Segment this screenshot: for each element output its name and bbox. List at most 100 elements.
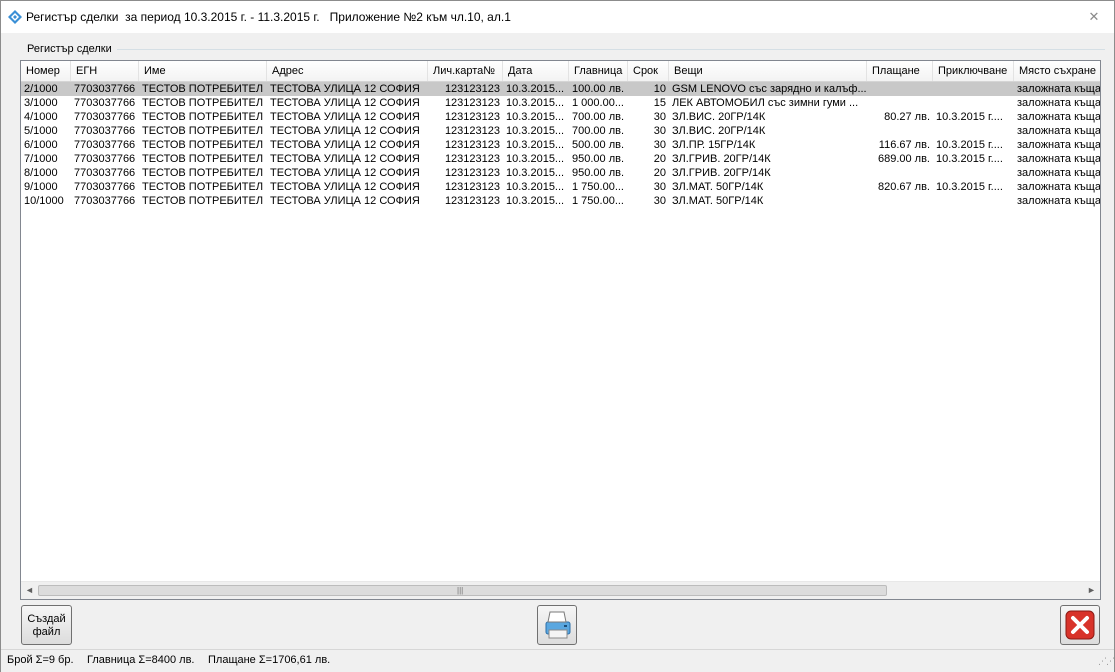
horizontal-scrollbar[interactable]: ◄ ||| ► xyxy=(21,581,1100,599)
cell-egn: 7703037766 xyxy=(74,167,136,179)
table-row[interactable]: 8/1000 7703037766 ТЕСТОВ ПОТРЕБИТЕЛ ТЕСТОВА… xyxy=(21,166,1100,180)
column-header-name[interactable]: Име xyxy=(139,61,267,81)
cell-name: ТЕСТОВ ПОТРЕБИТЕЛ xyxy=(139,82,267,96)
cell-name: ТЕСТОВ ПОТРЕБИТЕЛ xyxy=(142,139,264,151)
cell-id-card: 123123123 xyxy=(444,97,500,109)
column-header-address[interactable]: Адрес xyxy=(267,61,428,81)
cell-id-card: 123123123 xyxy=(444,111,500,123)
cell-number: 8/1000 xyxy=(24,167,58,179)
cell-storage: заложната къща... xyxy=(1017,195,1101,207)
column-header-payment[interactable]: Плащане xyxy=(867,61,933,81)
cell-completion: 10.3.2015 г.... xyxy=(936,153,1003,165)
create-file-label-line1: Създай xyxy=(27,613,66,625)
table-row[interactable]: 3/1000 7703037766 ТЕСТОВ ПОТРЕБИТЕЛ ТЕСТОВА… xyxy=(21,96,1100,110)
table-row[interactable]: 10/1000 7703037766 ТЕСТОВ ПОТРЕБИТЕЛ ТЕСТОВ… xyxy=(21,194,1100,208)
close-button[interactable] xyxy=(1060,605,1100,645)
cell-date: 10.3.2015... xyxy=(506,97,565,109)
cell-name: ТЕСТОВ ПОТРЕБИТЕЛ xyxy=(142,125,264,137)
table-row[interactable]: 9/1000 7703037766 ТЕСТОВ ПОТРЕБИТЕЛ ТЕСТОВА… xyxy=(21,180,1100,194)
column-header-completion[interactable]: Приключване xyxy=(933,61,1014,81)
cell-date: 10.3.2015... xyxy=(506,195,565,207)
cell-number: 2/1000 xyxy=(21,82,71,96)
cell-egn: 7703037766 xyxy=(74,111,136,123)
cell-date: 10.3.2015... xyxy=(506,181,565,193)
cell-name: ТЕСТОВ ПОТРЕБИТЕЛ xyxy=(142,195,264,207)
cell-items: ЗЛ.МАТ. 50ГР/14К xyxy=(672,195,764,207)
column-header-date[interactable]: Дата xyxy=(503,61,569,81)
group-divider xyxy=(117,49,1105,50)
cell-name: ТЕСТОВ ПОТРЕБИТЕЛ xyxy=(142,181,264,193)
cell-address: ТЕСТОВА УЛИЦА 12 СОФИЯ xyxy=(270,111,420,123)
scroll-left-arrow[interactable]: ◄ xyxy=(21,582,38,599)
cell-name: ТЕСТОВ ПОТРЕБИТЕЛ xyxy=(142,111,264,123)
cell-address: ТЕСТОВА УЛИЦА 12 СОФИЯ xyxy=(270,125,420,137)
cell-number: 7/1000 xyxy=(24,153,58,165)
cell-number: 3/1000 xyxy=(24,97,58,109)
resize-grip-icon[interactable]: ⋰⋰ xyxy=(1098,656,1115,667)
cell-completion xyxy=(933,96,1014,110)
cell-storage: заложната къща... xyxy=(1017,97,1101,109)
cell-number: 6/1000 xyxy=(24,139,58,151)
cell-items: ЗЛ.ГРИВ. 20ГР/14К xyxy=(672,153,771,165)
create-file-button[interactable]: Създай файл xyxy=(21,605,72,645)
cell-completion xyxy=(933,124,1014,138)
cell-payment: 820.67 лв. xyxy=(877,181,930,193)
print-button[interactable] xyxy=(537,605,577,645)
cell-term: 15 xyxy=(653,97,666,109)
cell-id-card: 123123123 xyxy=(444,153,500,165)
cell-completion xyxy=(933,82,1014,96)
cell-address: ТЕСТОВА УЛИЦА 12 СОФИЯ xyxy=(270,139,420,151)
cell-address: ТЕСТОВА УЛИЦА 12 СОФИЯ xyxy=(270,97,420,109)
cell-address: ТЕСТОВА УЛИЦА 12 СОФИЯ xyxy=(270,181,420,193)
cell-date: 10.3.2015... xyxy=(506,125,565,137)
cell-completion xyxy=(933,166,1014,180)
cell-id-card: 123123123 xyxy=(444,167,500,179)
register-window: Регистър сделки за период 10.3.2015 г. -… xyxy=(0,0,1115,672)
cell-principal: 100.00 лв. xyxy=(569,82,628,96)
cell-payment xyxy=(867,194,933,208)
table-row[interactable]: 7/1000 7703037766 ТЕСТОВ ПОТРЕБИТЕЛ ТЕСТОВА… xyxy=(21,152,1100,166)
cell-storage: заложната къща... xyxy=(1017,181,1101,193)
cell-payment: 116.67 лв. xyxy=(878,139,930,151)
cell-payment: 689.00 лв. xyxy=(877,153,930,165)
cell-items: ЛЕК АВТОМОБИЛ със зимни гуми ... xyxy=(672,97,859,109)
scroll-right-arrow[interactable]: ► xyxy=(1083,582,1100,599)
cell-items: ЗЛ.ПР. 15ГР/14К xyxy=(672,139,756,151)
cell-address: ТЕСТОВА УЛИЦА 12 СОФИЯ xyxy=(267,82,428,96)
deals-table[interactable]: Номер ЕГН Име Адрес Лич.карта№ Дата Главница Ср… xyxy=(20,60,1101,600)
cell-principal: 500.00 лв. xyxy=(572,139,625,151)
cell-storage: заложната къща... xyxy=(1017,153,1101,165)
cell-principal: 1 000.00... xyxy=(572,97,624,109)
cell-egn: 7703037766 xyxy=(74,153,136,165)
column-header-items[interactable]: Вещи xyxy=(669,61,867,81)
cell-principal: 700.00 лв. xyxy=(572,111,625,123)
window-close-button[interactable]: ✕ xyxy=(1084,7,1104,27)
table-row[interactable]: 4/1000 7703037766 ТЕСТОВ ПОТРЕБИТЕЛ ТЕСТОВА… xyxy=(21,110,1100,124)
cell-number: 10/1000 xyxy=(24,195,64,207)
cell-name: ТЕСТОВ ПОТРЕБИТЕЛ xyxy=(142,153,264,165)
column-header-number[interactable]: Номер xyxy=(21,61,71,81)
cell-address: ТЕСТОВА УЛИЦА 12 СОФИЯ xyxy=(270,195,420,207)
cell-principal: 700.00 лв. xyxy=(572,125,625,137)
column-header-principal[interactable]: Главница xyxy=(569,61,628,81)
scroll-grip-icon: ||| xyxy=(457,586,464,595)
cell-principal: 1 750.00... xyxy=(572,195,624,207)
cell-storage: заложната къща... xyxy=(1017,125,1101,137)
column-header-term[interactable]: Срок xyxy=(628,61,669,81)
cell-completion: 10.3.2015 г.... xyxy=(936,111,1003,123)
close-icon: ✕ xyxy=(1088,9,1100,24)
cell-date: 10.3.2015... xyxy=(506,167,565,179)
scroll-thumb[interactable]: ||| xyxy=(38,585,887,596)
cell-items: ЗЛ.ВИС. 20ГР/14К xyxy=(672,125,766,137)
table-row[interactable]: 5/1000 7703037766 ТЕСТОВ ПОТРЕБИТЕЛ ТЕСТОВА… xyxy=(21,124,1100,138)
cell-id-card: 123123123 xyxy=(444,125,500,137)
cell-items: GSM LENOVO със зарядно и калъф... xyxy=(669,82,867,96)
column-header-id-card[interactable]: Лич.карта№ xyxy=(428,61,503,81)
table-row[interactable]: 6/1000 7703037766 ТЕСТОВ ПОТРЕБИТЕЛ ТЕСТОВА… xyxy=(21,138,1100,152)
column-header-egn[interactable]: ЕГН xyxy=(71,61,139,81)
cell-items: ЗЛ.МАТ. 50ГР/14К xyxy=(672,181,764,193)
column-header-storage[interactable]: Място съхране xyxy=(1014,61,1100,81)
status-payment-sum: Плащане Σ=1706,61 лв. xyxy=(208,654,331,666)
table-row[interactable]: 2/1000 7703037766 ТЕСТОВ ПОТРЕБИТЕЛ ТЕСТОВА… xyxy=(21,82,1100,96)
app-icon xyxy=(8,10,22,24)
